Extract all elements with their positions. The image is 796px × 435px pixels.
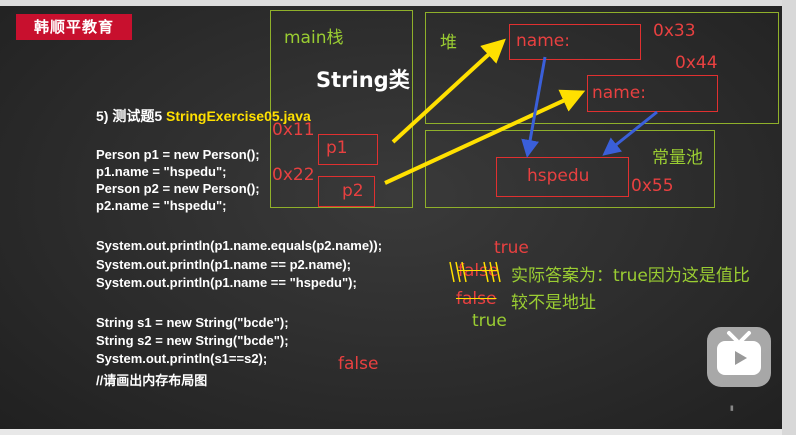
- p1-to-object-1-arrow: [391, 38, 506, 144]
- answer-note-2: 较不是地址: [511, 293, 596, 313]
- exercise-heading: 5) 测试题5 StringExercise05.java: [96, 106, 311, 126]
- exercise-prefix: 5) 测试题5: [96, 108, 167, 124]
- code-line: p1.name = "hspedu";: [96, 164, 227, 179]
- exercise-filename: StringExercise05.java: [166, 108, 311, 124]
- answer-note-1: 实际答案为：true因为这是值比: [511, 266, 750, 286]
- video-player-overlay[interactable]: [707, 327, 771, 387]
- code-line: String s1 = new String("bcde");: [96, 315, 289, 330]
- code-line: System.out.println(p1.name.equals(p2.nam…: [96, 238, 383, 253]
- object-2-to-pool-arrow: [602, 110, 658, 156]
- answer-3-struck: false: [456, 289, 497, 309]
- code-line: p2.name = "hspedu";: [96, 198, 227, 213]
- p2-to-object-2-arrow: [384, 89, 586, 185]
- code-line: //请画出内存布局图: [96, 373, 208, 388]
- code-line: String s2 = new String("bcde");: [96, 333, 289, 348]
- code-line: Person p1 = new Person();: [96, 147, 260, 162]
- code-line: System.out.println(s1==s2);: [96, 351, 268, 366]
- watermark: ▮: [730, 404, 734, 412]
- answer-1: true: [494, 238, 529, 258]
- answer-3: true: [472, 311, 507, 331]
- code-line: System.out.println(p1.name == "hspedu");: [96, 275, 357, 290]
- code-line: System.out.println(p1.name == p2.name);: [96, 257, 351, 272]
- code-line: Person p2 = new Person();: [96, 181, 260, 196]
- strike-scribble: [449, 261, 501, 283]
- play-icon: [717, 331, 761, 375]
- object-1-to-pool-arrow: [521, 56, 547, 158]
- answer-4: false: [338, 354, 379, 374]
